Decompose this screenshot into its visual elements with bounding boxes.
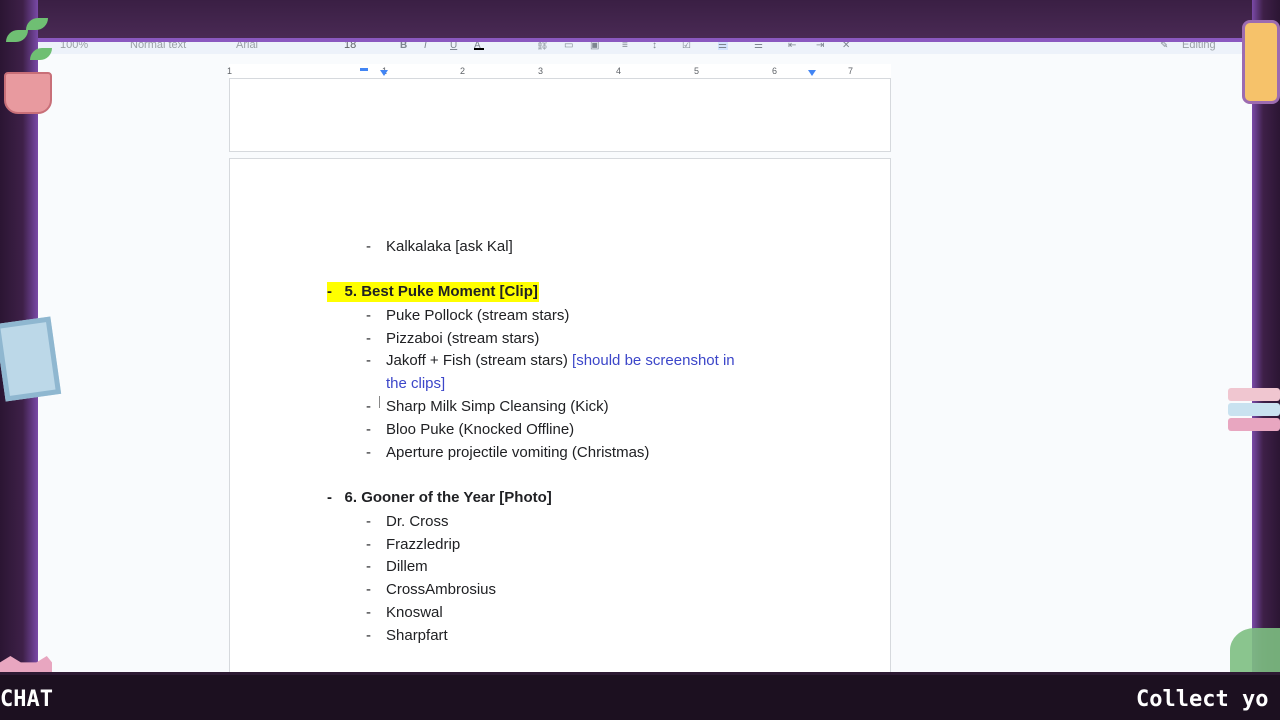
right-indent-handle[interactable] <box>808 70 816 76</box>
bullet-dash: - <box>327 283 332 300</box>
style-select[interactable]: Normal text <box>130 42 186 51</box>
underline-icon[interactable]: U <box>450 42 460 51</box>
list-item: CrossAmbrosius <box>386 581 497 598</box>
bullet-dash: - <box>366 444 371 461</box>
bullet-dash: - <box>327 489 332 506</box>
editing-mode-select[interactable]: Editing <box>1182 42 1216 51</box>
font-select[interactable]: Arial <box>236 42 258 51</box>
overlay-top-bar <box>0 0 1280 40</box>
book-icon <box>1228 418 1280 431</box>
clear-formatting-icon[interactable]: ✕ <box>842 42 852 51</box>
bullet-dash: - <box>366 421 371 438</box>
bullet-dash: - <box>366 536 371 553</box>
ruler-number: 4 <box>616 66 622 76</box>
ruler-number: 3 <box>538 66 544 76</box>
ruler-number: 7 <box>848 66 854 76</box>
image-icon[interactable]: ▣ <box>590 42 600 51</box>
formatting-toolbar: 100% Normal text Arial 18 B I U A ⛓ ▭ ▣ … <box>38 42 1252 54</box>
google-docs-window: 100% Normal text Arial 18 B I U A ⛓ ▭ ▣ … <box>38 42 1252 672</box>
bullet-dash: - <box>366 513 371 530</box>
align-icon[interactable]: ≡ <box>622 42 632 51</box>
list-item-text: Jakoff + Fish (stream stars) <box>386 352 568 369</box>
list-item: Sharp Milk Simp Cleansing (Kick) <box>386 398 609 415</box>
zoom-select[interactable]: 100% <box>60 42 88 51</box>
line-spacing-icon[interactable]: ↕ <box>652 42 662 51</box>
book-icon <box>1228 403 1280 416</box>
list-item: Knoswal <box>386 604 443 621</box>
ruler-number: 6 <box>772 66 778 76</box>
decrease-indent-icon[interactable]: ⇤ <box>788 42 798 51</box>
text-cursor <box>379 396 380 408</box>
bullet-dash: - <box>366 238 371 255</box>
picture-frame-icon <box>0 316 62 402</box>
fern-icon <box>1230 628 1280 672</box>
bullet-dash: - <box>366 330 371 347</box>
ruler-number: 1 <box>227 66 233 76</box>
comment-icon[interactable]: ▭ <box>564 42 574 51</box>
list-item: Dr. Cross <box>386 513 449 530</box>
bullet-dash: - <box>366 604 371 621</box>
bullet-dash: - <box>366 307 371 324</box>
list-item: Bloo Puke (Knocked Offline) <box>386 421 575 438</box>
font-size-input[interactable]: 18 <box>344 42 356 51</box>
section-heading-text: 6. Gooner of the Year [Photo] <box>344 489 552 506</box>
ruler-number: 5 <box>694 66 700 76</box>
bullet-dash: - <box>366 352 371 369</box>
italic-icon[interactable]: I <box>424 42 434 51</box>
increase-indent-icon[interactable]: ⇥ <box>816 42 826 51</box>
book-icon <box>1228 388 1280 401</box>
pencil-icon[interactable]: ✎ <box>1160 42 1170 51</box>
previous-page <box>229 78 891 152</box>
stream-ticker: CHAT Collect yo <box>0 672 1280 720</box>
checklist-icon[interactable]: ☑ <box>682 42 692 51</box>
editor-note-continued: the clips] <box>386 375 446 392</box>
lantern-icon <box>1242 20 1280 104</box>
left-indent-handle[interactable] <box>380 70 388 76</box>
bullet-dash: - <box>366 558 371 575</box>
list-item: Sharpfart <box>386 627 448 644</box>
section-heading-text: 5. Best Puke Moment [Clip] <box>344 283 538 300</box>
text-color-icon[interactable]: A <box>474 42 484 51</box>
book-stack-icon <box>1228 388 1280 446</box>
ruler-number: 2 <box>460 66 466 76</box>
list-item: Jakoff + Fish (stream stars) [should be … <box>386 351 735 371</box>
list-item: Kalkalaka [ask Kal] <box>386 238 513 255</box>
numbered-list-icon[interactable]: ☰ <box>754 42 764 51</box>
list-item: Puke Pollock (stream stars) <box>386 307 570 324</box>
first-line-indent-handle[interactable] <box>360 68 368 71</box>
link-icon[interactable]: ⛓ <box>536 42 549 51</box>
ticker-message: Collect yo <box>1136 687 1269 712</box>
list-item: Pizzaboi (stream stars) <box>386 330 540 347</box>
bold-icon[interactable]: B <box>400 42 410 51</box>
bullet-dash: - <box>366 398 371 415</box>
bullet-dash: - <box>366 581 371 598</box>
overlay-frame-accent <box>38 38 1252 42</box>
potted-plant-icon <box>4 72 52 114</box>
bullet-dash: - <box>366 627 371 644</box>
ticker-chat-label: CHAT <box>0 687 53 712</box>
list-item: Frazzledrip <box>386 536 461 553</box>
section-heading: - 5. Best Puke Moment [Clip] <box>327 282 539 302</box>
bulleted-list-icon[interactable]: ☰ <box>718 42 728 51</box>
section-heading: - 6. Gooner of the Year [Photo] <box>327 488 552 508</box>
list-item: Aperture projectile vomiting (Christmas) <box>386 444 650 461</box>
editor-note: [should be screenshot in <box>572 352 735 369</box>
list-item: Dillem <box>386 558 428 575</box>
